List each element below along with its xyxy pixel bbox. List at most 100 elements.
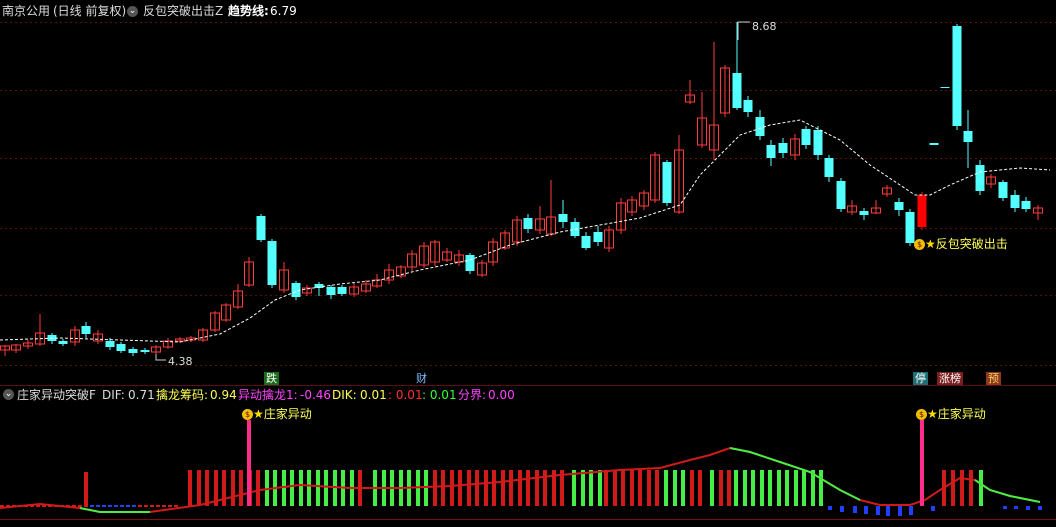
candle-body [917, 195, 927, 227]
candle [859, 208, 869, 220]
candle [1021, 197, 1031, 212]
indicator-bar [120, 505, 124, 507]
candle-body [267, 241, 277, 285]
candle-body [337, 287, 347, 294]
candle-body [662, 162, 672, 203]
indicator-bar [785, 470, 789, 506]
indicator-bar [621, 470, 625, 506]
candle [535, 206, 545, 234]
indicator-bar [664, 470, 668, 506]
candle [256, 214, 266, 242]
candle-body [593, 232, 603, 242]
indicator-bar [572, 470, 576, 506]
indicator-bar [307, 470, 311, 506]
breakout-signal-text: 反包突破出击 [935, 237, 1008, 251]
candle [986, 174, 996, 188]
chart-canvas[interactable] [0, 0, 1056, 527]
indicator-bar [598, 470, 602, 506]
candle [929, 143, 939, 145]
breakout-signal[interactable]: $ ★反包突破出击 [914, 235, 1008, 252]
indicator-bar [441, 470, 445, 506]
star-icon: ★ [925, 237, 936, 251]
indicator-bar [768, 470, 772, 506]
candle [952, 24, 962, 130]
candle [116, 342, 126, 353]
candle [523, 214, 533, 233]
candle [35, 314, 45, 346]
candle [558, 200, 568, 228]
candle-body [256, 216, 266, 240]
indicator-bar [876, 506, 880, 515]
indicator-bar [581, 470, 585, 506]
candle-body [813, 130, 823, 155]
indicator-bar [840, 506, 844, 512]
indicator-bar [168, 505, 172, 507]
candle [407, 250, 417, 272]
candle [81, 322, 91, 338]
indicator-bar [751, 470, 755, 506]
indicator-bar [535, 470, 539, 506]
indicator-name[interactable]: 庄家异动突破F [17, 387, 96, 403]
candle [267, 239, 277, 288]
signal-spike [920, 420, 924, 506]
fenjie-label: 分界: [458, 388, 487, 402]
candle [488, 238, 498, 266]
candle [279, 262, 289, 293]
indicator-bar [484, 470, 488, 506]
indicator-bar [90, 505, 94, 507]
candle-body [766, 145, 776, 158]
candle [581, 232, 591, 250]
candle [871, 200, 881, 214]
red-value: : 0.01 [388, 388, 423, 402]
badge-finance[interactable]: 财 [414, 372, 429, 385]
candle-body [894, 202, 904, 210]
candle [477, 260, 487, 277]
indicator-bar [256, 470, 260, 506]
indicator-bar [433, 470, 437, 506]
candle-body [523, 218, 533, 229]
indicator-bar [909, 506, 913, 515]
candle [639, 190, 649, 210]
chouma-value: 0.94 [210, 388, 237, 402]
indicator-bar [324, 470, 328, 506]
badge-gain-list[interactable]: 涨榜 [937, 372, 963, 385]
grid-lines [0, 22, 1056, 520]
zhuang-signal-2[interactable]: $ ★庄家异动 [916, 405, 986, 422]
indicator-bar [290, 470, 294, 506]
candle [650, 152, 660, 203]
indicator-bar [690, 470, 694, 506]
candle-body [58, 341, 68, 344]
price-annotations [155, 21, 750, 361]
indicator-bar [102, 505, 106, 507]
candle [384, 264, 394, 284]
candle [198, 328, 208, 342]
candle [302, 285, 312, 296]
indicator-bar [734, 470, 738, 506]
candle-body [558, 214, 568, 222]
indicator-bar [604, 470, 608, 506]
candle [314, 282, 324, 296]
candle [93, 330, 103, 344]
dik-label: DIK: [332, 388, 357, 402]
badge-halt[interactable]: 停 [913, 372, 928, 385]
candle-body [940, 87, 950, 88]
indicator-bar [886, 506, 890, 516]
indicator-bar [743, 470, 747, 506]
candle [23, 340, 33, 349]
indicator-bar [162, 505, 166, 507]
candle-body [743, 100, 753, 112]
zhuang-signal-1[interactable]: $ ★庄家异动 [242, 405, 312, 422]
low-marker [155, 354, 166, 361]
candle [244, 257, 254, 287]
candle [755, 110, 765, 140]
indicator-bar [710, 470, 714, 506]
badge-fall[interactable]: 跌 [264, 372, 279, 385]
indicator-bar [794, 470, 798, 506]
dik-value: 0.01 [360, 388, 387, 402]
badge-forecast[interactable]: 预 [986, 372, 1001, 385]
candle [11, 344, 21, 353]
indicator-bar [150, 505, 154, 507]
chevron-down-icon[interactable]: ⌄ [3, 389, 14, 400]
indicator-bar [1026, 506, 1030, 510]
candle [454, 250, 464, 266]
